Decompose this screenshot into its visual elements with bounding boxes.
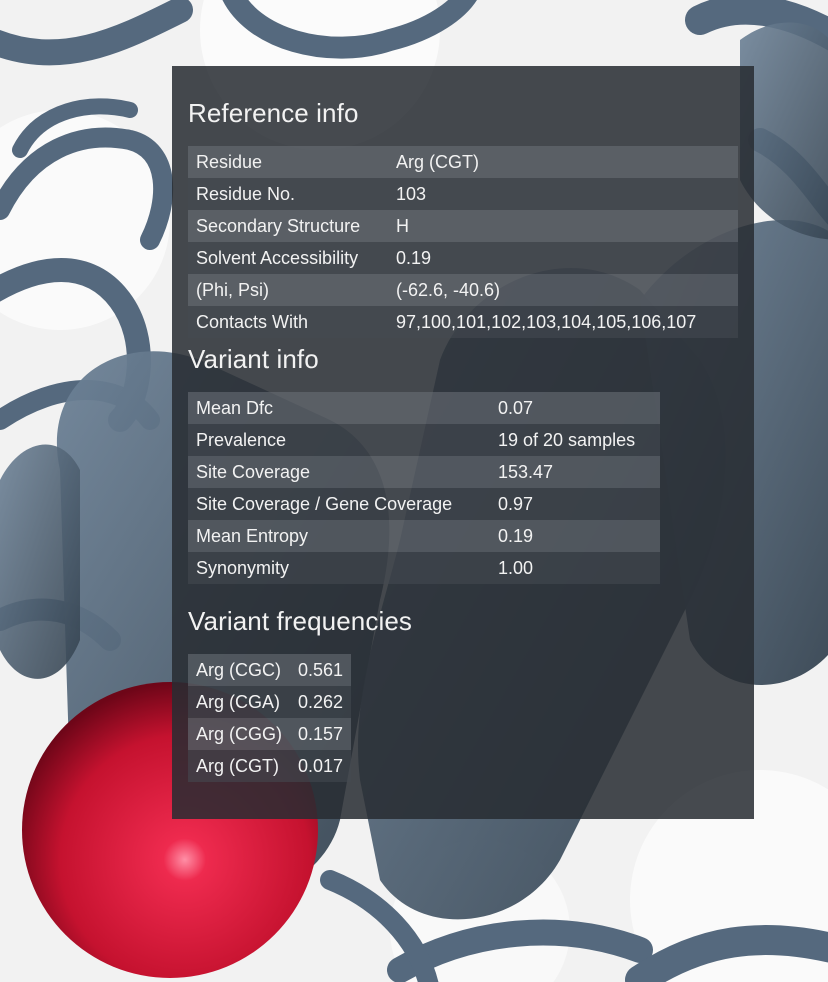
codon-label: Arg (CGC) [188, 654, 291, 686]
table-row: Contacts With 97,100,101,102,103,104,105,… [188, 306, 738, 338]
table-row: (Phi, Psi) (-62.6, -40.6) [188, 274, 738, 306]
table-row: Solvent Accessibility 0.19 [188, 242, 738, 274]
row-label: Prevalence [188, 424, 490, 456]
codon-label: Arg (CGT) [188, 750, 291, 782]
codon-label: Arg (CGA) [188, 686, 291, 718]
table-row: Residue Arg (CGT) [188, 146, 738, 178]
table-row: Prevalence 19 of 20 samples [188, 424, 660, 456]
row-label: Residue No. [188, 178, 388, 210]
row-value: 1.00 [490, 552, 660, 584]
row-value: 97,100,101,102,103,104,105,106,107 [388, 306, 738, 338]
table-row: Mean Dfc 0.07 [188, 392, 660, 424]
row-value: 153.47 [490, 456, 660, 488]
codon-frequency: 0.561 [290, 654, 352, 686]
table-row: Arg (CGG) 0.157 [188, 718, 352, 750]
reference-info-title: Reference info [188, 98, 359, 128]
table-row: Secondary Structure H [188, 210, 738, 242]
table-row: Arg (CGT) 0.017 [188, 750, 352, 782]
variant-frequencies-title: Variant frequencies [188, 606, 412, 636]
row-value: H [388, 210, 738, 242]
row-label: Residue [188, 146, 388, 178]
variant-info-table: Mean Dfc 0.07 Prevalence 19 of 20 samples … [188, 392, 660, 584]
row-label: Site Coverage / Gene Coverage [188, 488, 490, 520]
row-value: 0.07 [490, 392, 660, 424]
variant-frequencies-table: Arg (CGC) 0.561 Arg (CGA) 0.262 Arg (CGG) 0… [188, 654, 352, 782]
row-label: Mean Entropy [188, 520, 490, 552]
codon-frequency: 0.157 [290, 718, 352, 750]
row-value: Arg (CGT) [388, 146, 738, 178]
codon-frequency: 0.017 [290, 750, 352, 782]
row-label: Contacts With [188, 306, 388, 338]
variant-info-title: Variant info [188, 344, 319, 374]
reference-info-table: Residue Arg (CGT) Residue No. 103 Secondar… [188, 146, 738, 338]
row-label: Solvent Accessibility [188, 242, 388, 274]
table-row: Site Coverage 153.47 [188, 456, 660, 488]
row-value: 103 [388, 178, 738, 210]
row-label: Site Coverage [188, 456, 490, 488]
codon-label: Arg (CGG) [188, 718, 291, 750]
table-row: Synonymity 1.00 [188, 552, 660, 584]
row-value: 19 of 20 samples [490, 424, 660, 456]
table-row: Mean Entropy 0.19 [188, 520, 660, 552]
table-row: Arg (CGA) 0.262 [188, 686, 352, 718]
row-label: Synonymity [188, 552, 490, 584]
table-row: Arg (CGC) 0.561 [188, 654, 352, 686]
codon-frequency: 0.262 [290, 686, 352, 718]
table-row: Residue No. 103 [188, 178, 738, 210]
row-label: Secondary Structure [188, 210, 388, 242]
table-row: Site Coverage / Gene Coverage 0.97 [188, 488, 660, 520]
residue-info-panel: Reference info Residue Arg (CGT) Residue … [172, 66, 754, 819]
row-value: 0.19 [490, 520, 660, 552]
row-value: (-62.6, -40.6) [388, 274, 738, 306]
row-value: 0.19 [388, 242, 738, 274]
row-label: Mean Dfc [188, 392, 490, 424]
row-label: (Phi, Psi) [188, 274, 388, 306]
row-value: 0.97 [490, 488, 660, 520]
